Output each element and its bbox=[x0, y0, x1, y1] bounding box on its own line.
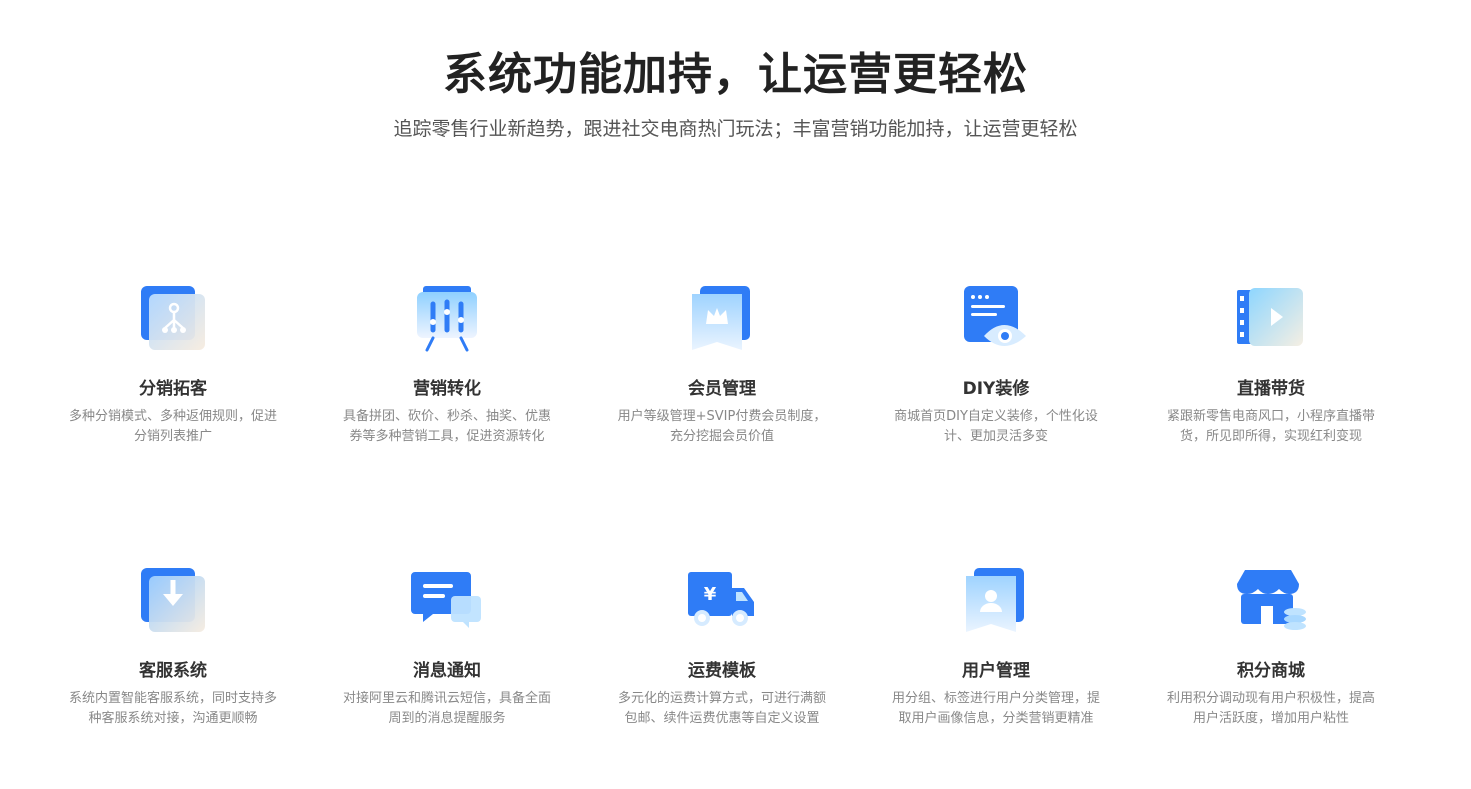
feature-card-service[interactable]: 客服系统 系统内置智能客服系统，同时支持多种客服系统对接，沟通更顺畅 bbox=[53, 566, 293, 729]
feature-desc: 多元化的运费计算方式，可进行满额包邮、续件运费优惠等自定义设置 bbox=[617, 691, 826, 726]
marketing-icon bbox=[411, 284, 483, 356]
feature-title: 会员管理 bbox=[688, 379, 756, 399]
feature-desc: 紧跟新零售电商风口，小程序直播带货，所见即所得，实现红利变现 bbox=[1166, 409, 1375, 444]
feature-title: 营销转化 bbox=[413, 379, 481, 399]
feature-card-member[interactable]: 会员管理 用户等级管理+SVIP付费会员制度，充分挖掘会员价值 bbox=[602, 284, 842, 447]
feature-card-distribution[interactable]: 分销拓客 多种分销模式、多种返佣规则，促进分销列表推广 bbox=[53, 284, 293, 447]
feature-title: 分销拓客 bbox=[139, 379, 207, 399]
feature-desc: 商城首页DIY自定义装修，个性化设计、更加灵活多变 bbox=[894, 409, 1098, 444]
store-coins-icon bbox=[1235, 566, 1307, 638]
distribution-icon bbox=[137, 284, 209, 356]
feature-title: 消息通知 bbox=[413, 661, 481, 681]
feature-title: 积分商城 bbox=[1237, 661, 1305, 681]
feature-card-live[interactable]: 直播带货 紧跟新零售电商风口，小程序直播带货，所见即所得，实现红利变现 bbox=[1151, 284, 1391, 447]
feature-desc: 多种分销模式、多种返佣规则，促进分销列表推广 bbox=[68, 409, 277, 444]
delivery-truck-icon: ¥ bbox=[686, 566, 758, 638]
diy-eye-icon bbox=[960, 284, 1032, 356]
feature-card-user[interactable]: 用户管理 用分组、标签进行用户分类管理，提取用户画像信息，分类营销更精准 bbox=[876, 566, 1116, 729]
live-play-icon bbox=[1235, 284, 1307, 356]
feature-grid: 分销拓客 多种分销模式、多种返佣规则，促进分销列表推广 营销转化 具备拼团、砍价… bbox=[0, 0, 1471, 789]
feature-title: 用户管理 bbox=[962, 661, 1030, 681]
feature-desc: 具备拼团、砍价、秒杀、抽奖、优惠券等多种营销工具，促进资源转化 bbox=[342, 409, 551, 444]
feature-card-points-mall[interactable]: 积分商城 利用积分调动现有用户积极性，提高用户活跃度，增加用户粘性 bbox=[1151, 566, 1391, 729]
feature-card-diy[interactable]: DIY装修 商城首页DIY自定义装修，个性化设计、更加灵活多变 bbox=[876, 284, 1116, 447]
feature-title: DIY装修 bbox=[962, 379, 1030, 399]
svg-text:¥: ¥ bbox=[704, 584, 717, 605]
user-badge-icon bbox=[960, 566, 1032, 638]
feature-desc: 用分组、标签进行用户分类管理，提取用户画像信息，分类营销更精准 bbox=[891, 691, 1100, 726]
feature-desc: 对接阿里云和腾讯云短信，具备全面周到的消息提醒服务 bbox=[342, 691, 551, 726]
feature-desc: 利用积分调动现有用户积极性，提高用户活跃度，增加用户粘性 bbox=[1166, 691, 1375, 726]
crown-icon bbox=[686, 284, 758, 356]
feature-desc: 用户等级管理+SVIP付费会员制度，充分挖掘会员价值 bbox=[617, 409, 827, 444]
feature-desc: 系统内置智能客服系统，同时支持多种客服系统对接，沟通更顺畅 bbox=[68, 691, 277, 726]
feature-card-notify[interactable]: 消息通知 对接阿里云和腾讯云短信，具备全面周到的消息提醒服务 bbox=[327, 566, 567, 729]
download-arrow-icon bbox=[137, 566, 209, 638]
feature-title: 直播带货 bbox=[1237, 379, 1305, 399]
message-bubble-icon bbox=[411, 566, 483, 638]
feature-card-marketing[interactable]: 营销转化 具备拼团、砍价、秒杀、抽奖、优惠券等多种营销工具，促进资源转化 bbox=[327, 284, 567, 447]
feature-card-shipping[interactable]: ¥ 运费模板 多元化的运费计算方式，可进行满额包邮、续件运费优惠等自定义设置 bbox=[602, 566, 842, 729]
feature-title: 客服系统 bbox=[139, 661, 207, 681]
feature-title: 运费模板 bbox=[688, 661, 756, 681]
